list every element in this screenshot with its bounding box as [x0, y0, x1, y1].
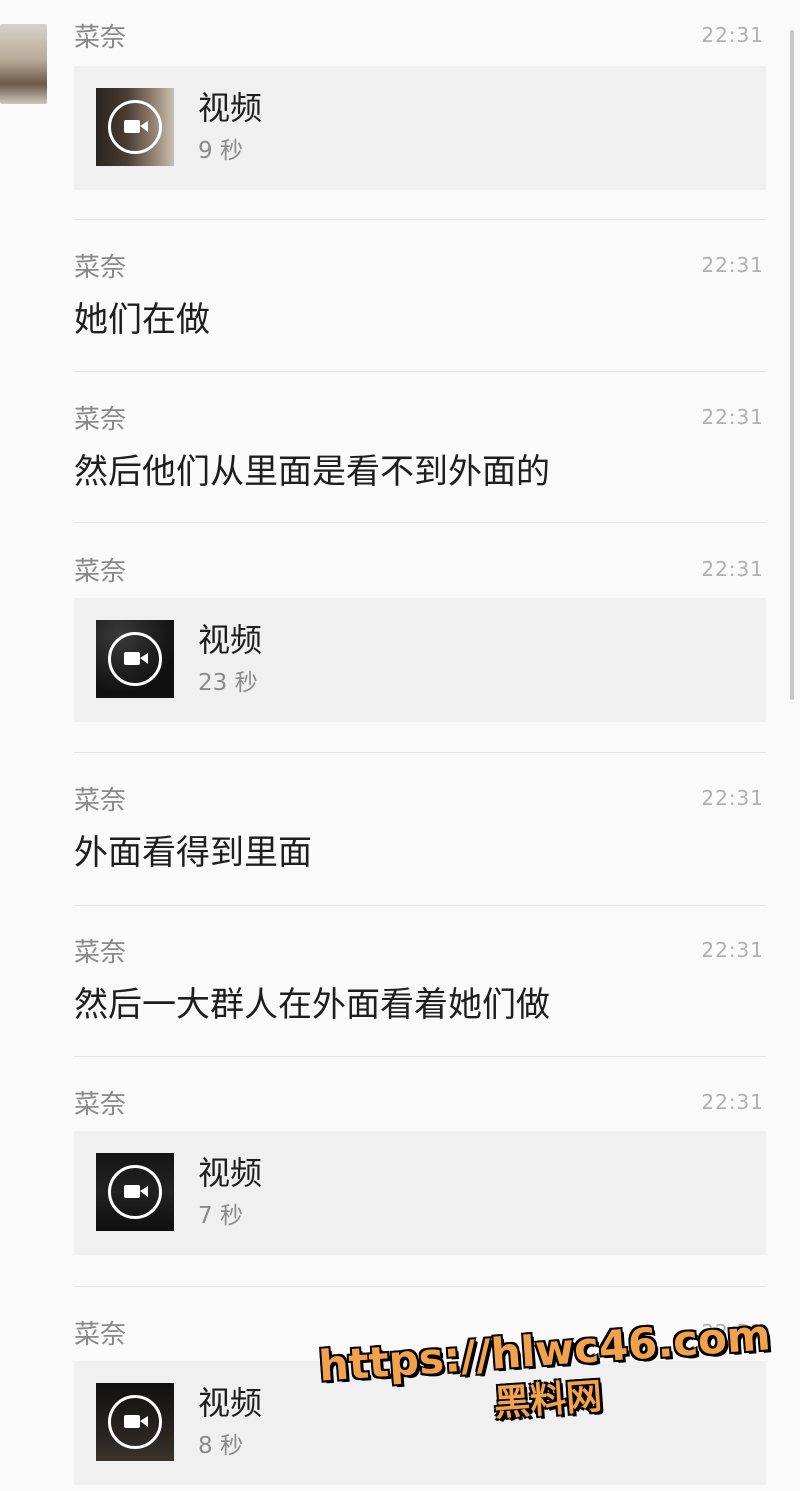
video-duration: 8 秒: [198, 1433, 243, 1459]
sender-name: 菜奈: [74, 23, 127, 53]
message-text: 她们在做: [74, 300, 210, 340]
message-item: 菜奈 22:31 然后一大群人在外面看着她们做: [74, 937, 766, 1037]
sender-name: 菜奈: [74, 938, 127, 968]
divider: [74, 1056, 766, 1057]
message-item: 菜奈 22:31 她们在做: [74, 252, 766, 352]
sender-name: 菜奈: [74, 557, 127, 587]
message-item: 菜奈 22:31 视频 9 秒: [74, 22, 766, 192]
divider: [74, 219, 766, 220]
message-item: 菜奈 22:31 外面看得到里面: [74, 785, 766, 885]
video-thumbnail[interactable]: [96, 620, 174, 698]
message-text: 然后一大群人在外面看着她们做: [74, 985, 550, 1025]
message-text: 外面看得到里面: [74, 833, 312, 873]
divider: [74, 752, 766, 753]
message-time: 22:31: [701, 786, 764, 810]
video-card[interactable]: 视频 7 秒: [74, 1131, 766, 1255]
video-duration: 23 秒: [198, 670, 258, 696]
sender-name: 菜奈: [74, 786, 127, 816]
message-time: 22:31: [701, 1090, 764, 1114]
video-title: 视频: [198, 1384, 263, 1422]
message-item: 菜奈 22:31 然后他们从里面是看不到外面的: [74, 404, 766, 504]
video-camera-icon: [108, 632, 162, 686]
video-thumbnail[interactable]: [96, 1383, 174, 1461]
video-camera-icon: [108, 1395, 162, 1449]
video-thumbnail[interactable]: [96, 1153, 174, 1231]
message-time: 22:31: [701, 253, 764, 277]
message-item: 菜奈 22:31 视频 7 秒: [74, 1089, 766, 1259]
video-duration: 9 秒: [198, 138, 243, 164]
message-item: 菜奈 22:31 视频 23 秒: [74, 556, 766, 726]
contact-avatar[interactable]: [0, 24, 47, 104]
video-camera-icon: [108, 100, 162, 154]
sender-name: 菜奈: [74, 405, 127, 435]
sender-name: 菜奈: [74, 1320, 127, 1350]
video-thumbnail[interactable]: [96, 88, 174, 166]
divider: [74, 371, 766, 372]
divider: [74, 1286, 766, 1287]
message-time: 22:31: [701, 405, 764, 429]
message-time: 22:31: [701, 557, 764, 581]
video-camera-icon: [108, 1165, 162, 1219]
video-card[interactable]: 视频 9 秒: [74, 66, 766, 190]
sender-name: 菜奈: [74, 1090, 127, 1120]
divider: [74, 905, 766, 906]
message-time: 22:31: [701, 23, 764, 47]
video-duration: 7 秒: [198, 1203, 243, 1229]
sender-name: 菜奈: [74, 253, 127, 283]
message-time: 22:31: [701, 938, 764, 962]
scrollbar[interactable]: [790, 30, 794, 700]
video-title: 视频: [198, 621, 263, 659]
message-text: 然后他们从里面是看不到外面的: [74, 452, 550, 492]
divider: [74, 522, 766, 523]
video-title: 视频: [198, 1154, 263, 1192]
video-title: 视频: [198, 89, 263, 127]
video-card[interactable]: 视频 23 秒: [74, 598, 766, 722]
